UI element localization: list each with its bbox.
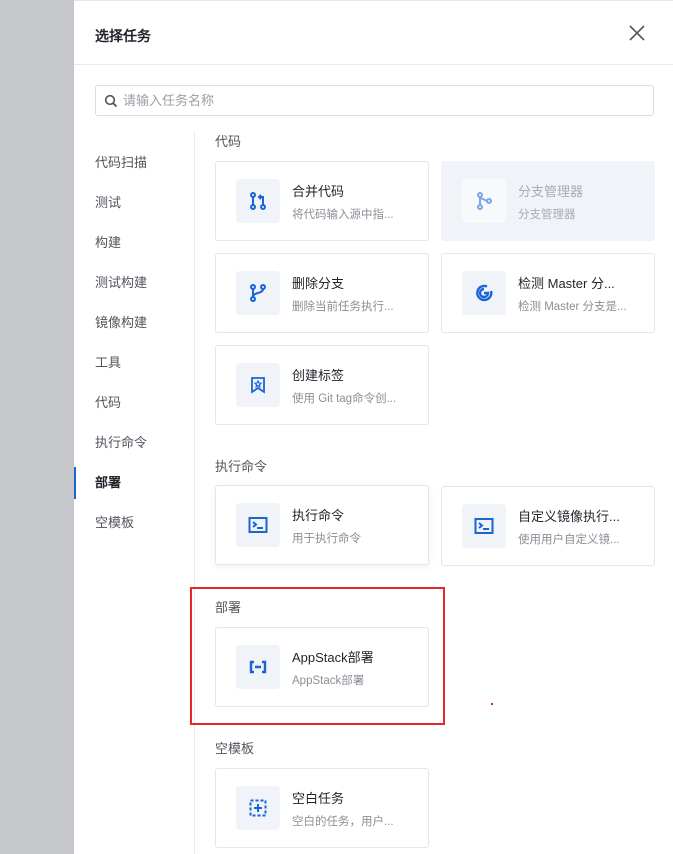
- search-field[interactable]: [95, 85, 654, 116]
- task-name: 执行命令: [292, 507, 345, 523]
- blank-task-icon: [249, 799, 267, 817]
- section-title: 执行命令: [215, 459, 268, 474]
- nav-item-deploy[interactable]: 部署: [74, 463, 195, 503]
- task-card[interactable]: 检测 Master 分... 检测 Master 分支是...: [441, 253, 655, 333]
- nav-item-build[interactable]: 构建: [74, 223, 195, 263]
- merge-icon: [250, 192, 266, 210]
- terminal-icon: [248, 517, 268, 533]
- task-card-disabled: 分支管理器 分支管理器: [441, 161, 655, 241]
- search-icon: [104, 94, 118, 107]
- select-task-dialog: 选择任务 代码扫描 测试 构建 测试构建 镜像构建 工具 代码 执行命令 部署 …: [74, 0, 673, 854]
- branch-icon: [250, 284, 266, 302]
- section-title: 空模板: [215, 741, 255, 756]
- tag-icon: [251, 377, 265, 394]
- task-desc: 使用 Git tag命令创...: [292, 392, 397, 405]
- nav-item-image-build[interactable]: 镜像构建: [74, 303, 195, 343]
- divider: [74, 64, 673, 65]
- task-desc: 用于执行命令: [292, 532, 361, 545]
- task-card[interactable]: 删除分支删除当前任务执行...: [215, 253, 429, 333]
- nav-item-test[interactable]: 测试: [74, 183, 195, 223]
- task-name: 自定义镜像执行...: [518, 508, 620, 524]
- task-name: 删除分支: [292, 275, 345, 291]
- nav-item-code[interactable]: 代码: [74, 383, 195, 423]
- task-desc: 分支管理器: [518, 208, 576, 221]
- task-desc: 空白的任务，用户...: [292, 815, 394, 828]
- task-desc: 将代码输入源中指...: [292, 208, 394, 221]
- task-card[interactable]: 创建标签使用 Git tag命令创...: [215, 345, 429, 425]
- overlay-mask[interactable]: [0, 0, 74, 854]
- detect-icon: [476, 284, 493, 302]
- category-nav: 代码扫描 测试 构建 测试构建 镜像构建 工具 代码 执行命令 部署 空模板: [74, 143, 195, 543]
- nav-item-blank-template[interactable]: 空模板: [74, 503, 195, 543]
- task-name: 检测 Master 分...: [518, 275, 615, 291]
- highlight-box: [190, 587, 445, 725]
- task-desc: 使用用户自定义镜...: [518, 533, 620, 546]
- task-desc: 检测 Master 分支是...: [518, 300, 627, 313]
- dialog-title: 选择任务: [95, 28, 151, 44]
- task-desc: 删除当前任务执行...: [292, 300, 394, 313]
- nav-item-tools[interactable]: 工具: [74, 343, 195, 383]
- search-input[interactable]: [123, 93, 653, 108]
- branch-manager-icon: [477, 192, 492, 210]
- task-name: 空白任务: [292, 790, 345, 806]
- close-icon[interactable]: [627, 23, 647, 43]
- task-name: 合并代码: [292, 183, 345, 199]
- task-card[interactable]: 自定义镜像执行... 使用用户自定义镜...: [441, 486, 655, 566]
- terminal-icon: [474, 518, 494, 534]
- section-title: 代码: [215, 134, 242, 149]
- nav-item-test-build[interactable]: 测试构建: [74, 263, 195, 303]
- task-card[interactable]: 执行命令用于执行命令: [215, 485, 429, 565]
- divider: [194, 131, 195, 854]
- annotation-dot: [491, 703, 493, 705]
- task-name: 分支管理器: [518, 183, 584, 199]
- nav-item-code-scan[interactable]: 代码扫描: [74, 143, 195, 183]
- task-card[interactable]: 空白任务空白的任务，用户...: [215, 768, 429, 848]
- task-card[interactable]: 合并代码将代码输入源中指...: [215, 161, 429, 241]
- task-name: 创建标签: [292, 367, 345, 383]
- nav-item-run-command[interactable]: 执行命令: [74, 423, 195, 463]
